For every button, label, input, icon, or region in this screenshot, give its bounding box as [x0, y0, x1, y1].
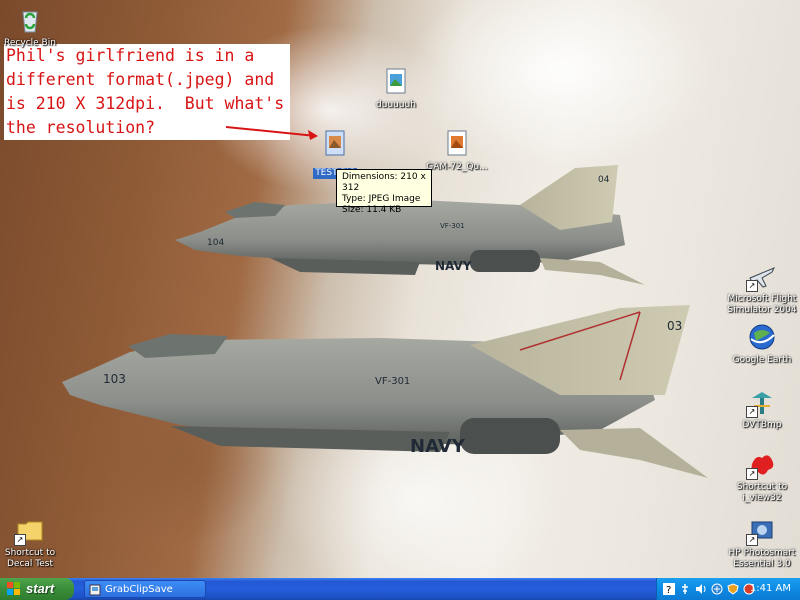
- gam72-file[interactable]: GAM-72_Qu...: [421, 128, 493, 173]
- globe-icon: [746, 321, 778, 353]
- tooltip-dimensions: Dimensions: 210 x 312: [342, 172, 426, 193]
- windows-flag-icon: [7, 582, 20, 595]
- network-icon[interactable]: [711, 583, 723, 595]
- irfanview-icon: ↗: [746, 448, 778, 480]
- icon-label: Recycle Bin: [4, 38, 56, 48]
- svg-text:04: 04: [598, 175, 610, 185]
- svg-text:104: 104: [207, 238, 224, 248]
- taskbar-item-label: GrabClipSave: [105, 584, 173, 595]
- shortcut-arrow-icon: ↗: [746, 406, 758, 418]
- taskbar: start GrabClipSave ? 1:41 AM: [0, 578, 800, 600]
- recycle-bin-icon: [14, 4, 46, 36]
- jet-bottom: NAVY 103 VF-301 03: [62, 305, 708, 478]
- icon-label: HP Photosmart Essential 3.0: [728, 548, 796, 569]
- icon-label: DVTBmp: [742, 420, 782, 430]
- hp-photosmart-icon: ↗: [746, 514, 778, 546]
- icon-label: Google Earth: [732, 355, 792, 365]
- svg-text:NAVY: NAVY: [410, 436, 466, 457]
- icon-label: duuuuuh: [376, 100, 416, 110]
- icon-label: Shortcut to Decal Test: [4, 548, 56, 569]
- flight-sim-shortcut[interactable]: ↗ Microsoft Flight Simulator 2004: [726, 260, 798, 316]
- taskbar-item-grabclipsave[interactable]: GrabClipSave: [84, 580, 206, 598]
- image-file-icon: [441, 128, 473, 160]
- i-view32-shortcut[interactable]: ↗ Shortcut to i_view32: [726, 448, 798, 504]
- hp-photosmart-shortcut[interactable]: ↗ HP Photosmart Essential 3.0: [726, 514, 798, 570]
- icon-label: Microsoft Flight Simulator 2004: [727, 294, 797, 315]
- annotation-line: different format(.jpeg) and: [6, 70, 275, 89]
- security-shield-icon[interactable]: [727, 583, 739, 595]
- tooltip-type: Type: JPEG Image: [342, 194, 421, 204]
- shortcut-arrow-icon: ↗: [746, 468, 758, 480]
- image-file-icon: [319, 128, 351, 160]
- recycle-bin-icon-item[interactable]: Recycle Bin: [0, 4, 66, 49]
- svg-text:?: ?: [666, 585, 671, 595]
- annotation-line: is 210 X 312dpi. But what's: [6, 94, 285, 113]
- duuuuuh-file[interactable]: duuuuuh: [360, 66, 432, 111]
- start-button[interactable]: start: [0, 578, 74, 600]
- svg-text:103: 103: [103, 372, 126, 386]
- svg-text:VF-301: VF-301: [440, 222, 465, 230]
- clock[interactable]: 1:41 AM: [750, 578, 791, 600]
- speaker-icon[interactable]: [695, 583, 707, 595]
- dvtbmp-shortcut[interactable]: ↗ DVTBmp: [726, 386, 798, 431]
- tooltip-size: Size: 11.4 KB: [342, 205, 402, 215]
- shortcut-arrow-icon: ↗: [14, 534, 26, 546]
- icon-label: Shortcut to i_view32: [736, 482, 788, 503]
- image-file-icon: [380, 66, 412, 98]
- start-label: start: [26, 581, 55, 596]
- shortcut-arrow-icon: ↗: [746, 534, 758, 546]
- dvtbmp-icon: ↗: [746, 386, 778, 418]
- shortcut-arrow-icon: ↗: [746, 280, 758, 292]
- svg-text:03: 03: [667, 319, 682, 333]
- airplane-icon: ↗: [746, 260, 778, 292]
- svg-text:VF-301: VF-301: [375, 376, 410, 387]
- grabclipsave-icon: [89, 584, 101, 596]
- folder-icon: ↗: [14, 514, 46, 546]
- google-earth-shortcut[interactable]: Google Earth: [726, 321, 798, 366]
- usb-device-icon[interactable]: [679, 583, 691, 595]
- help-icon[interactable]: ?: [663, 583, 675, 595]
- file-info-tooltip: Dimensions: 210 x 312 Type: JPEG Image S…: [336, 169, 432, 215]
- decal-test-shortcut[interactable]: ↗ Shortcut to Decal Test: [0, 514, 66, 570]
- desktop[interactable]: NAVY 104 VF-301 04 NAVY 103 VF-301 03 Ph…: [0, 0, 800, 578]
- system-tray: ? 1:41 AM: [656, 578, 800, 600]
- svg-text:NAVY: NAVY: [435, 259, 472, 273]
